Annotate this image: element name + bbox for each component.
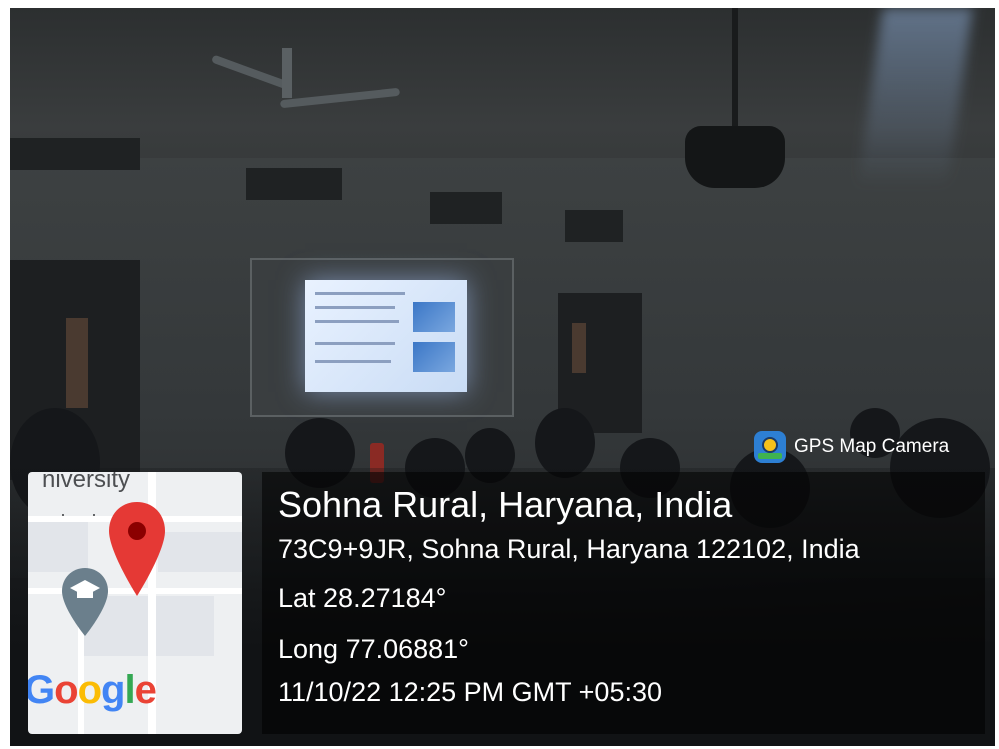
projection-screen — [305, 280, 467, 392]
longitude-line: Long 77.06881° — [278, 634, 469, 664]
address-line: 73C9+9JR, Sohna Rural, Haryana 122102, I… — [278, 534, 860, 564]
map-pin-icon — [109, 502, 165, 596]
projector-mount — [732, 8, 738, 130]
projector — [685, 126, 785, 188]
ceiling-vent — [565, 210, 623, 242]
ceiling-vent — [246, 168, 342, 200]
graduation-cap-icon — [62, 568, 108, 636]
map-thumbnail: niversity · · Google — [28, 472, 242, 734]
ceiling-vent — [430, 192, 502, 224]
ceiling — [10, 8, 995, 178]
gps-map-camera-icon — [754, 431, 786, 463]
latitude-line: Lat 28.27184° — [278, 583, 447, 613]
map-label-university: niversity — [42, 472, 131, 493]
ceiling-vent — [10, 138, 140, 170]
map-dots: · · — [60, 504, 107, 524]
datetime-line: 11/10/22 12:25 PM GMT +05:30 — [278, 677, 662, 707]
google-logo: Google — [28, 668, 157, 712]
app-badge-label: GPS Map Camera — [794, 436, 950, 457]
app-badge: GPS Map Camera — [754, 430, 949, 464]
location-title: Sohna Rural, Haryana, India — [278, 484, 733, 525]
